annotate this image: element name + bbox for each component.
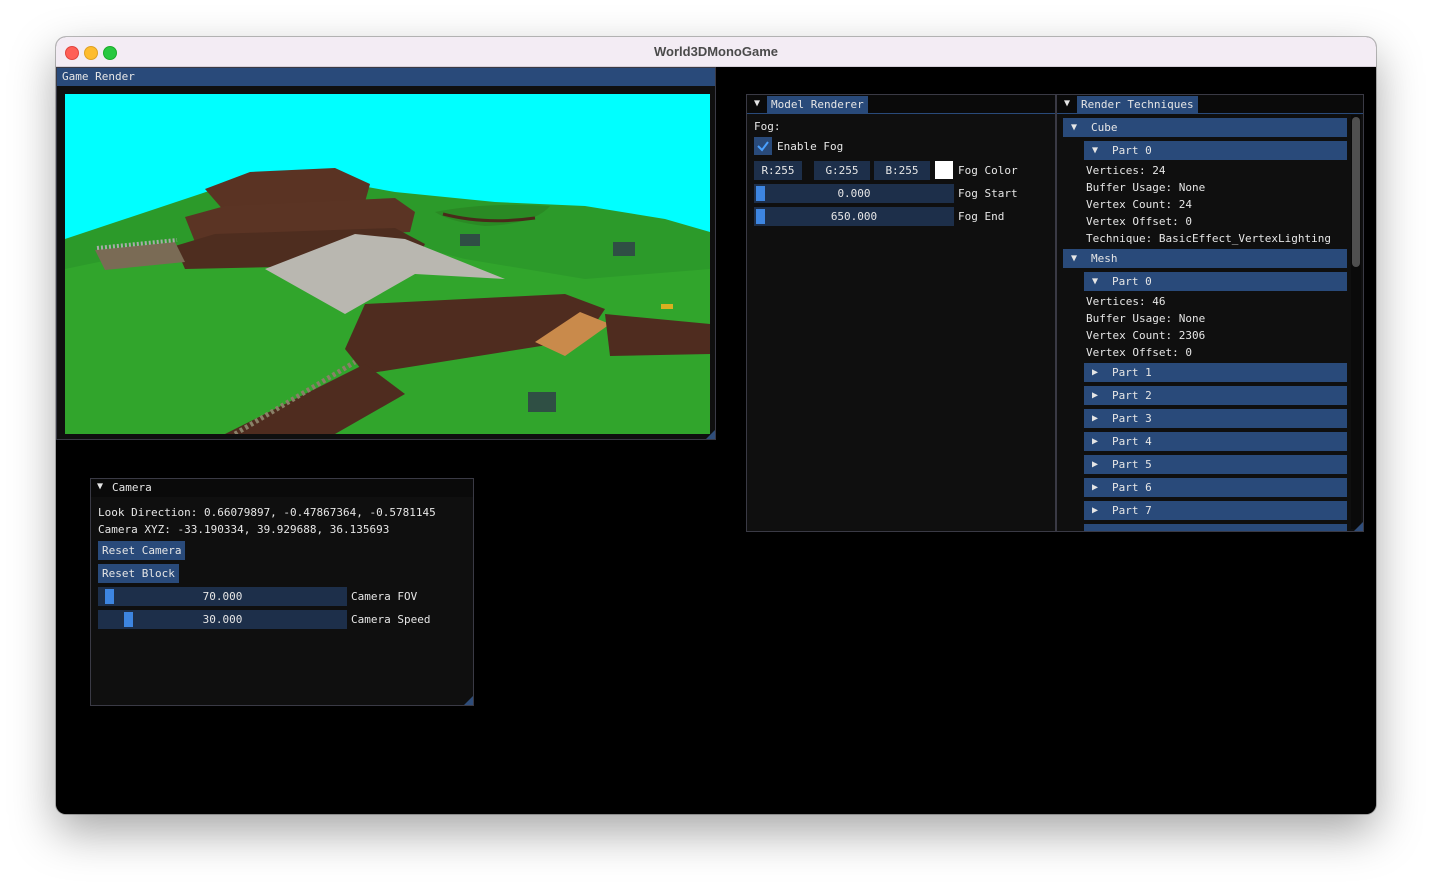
mesh-vertex-count: Vertex Count: 2306 [1086,329,1206,342]
collapsed-arrow-icon: ▶ [1092,413,1099,424]
fog-green-input[interactable]: G:255 [814,161,870,180]
tree-node-mesh-part-4[interactable]: ▶ Part 4 [1084,432,1347,451]
expanded-arrow-icon: ▼ [1092,276,1099,287]
tree-node-mesh-part-3[interactable]: ▶ Part 3 [1084,409,1347,428]
tree-node-label: Part 3 [1112,412,1152,425]
tree-node-label: Mesh [1091,252,1118,265]
fog-blue-input[interactable]: B:255 [874,161,930,180]
game-render-window[interactable]: Game Render [56,67,716,440]
camera-speed-value: 30.000 [202,613,243,626]
collapsed-arrow-icon: ▶ [1092,482,1099,493]
expanded-arrow-icon: ▼ [1071,253,1078,264]
camera-title: Camera [112,481,152,494]
scrollbar-thumb[interactable] [1352,117,1360,267]
enable-fog-label: Enable Fog [777,140,844,153]
fog-start-label: Fog Start [958,187,1018,200]
checkmark-icon [757,141,769,152]
fog-end-value: 650.000 [830,210,878,223]
tree-node-cube[interactable]: ▼ Cube [1063,118,1347,137]
render-techniques-window[interactable]: ▼ Render Techniques ▼ Cube ▼ Part 0 Vert… [1056,94,1364,532]
expanded-arrow-icon: ▼ [1071,122,1078,133]
tree-node-cube-part-0[interactable]: ▼ Part 0 [1084,141,1347,160]
cube-vertices: Vertices: 24 [1086,164,1166,177]
render-techniques-scroll-area[interactable]: ▼ Cube ▼ Part 0 Vertices: 24 Buffer Usag… [1057,115,1349,531]
collapsed-arrow-icon: ▶ [1092,436,1099,447]
reset-camera-button[interactable]: Reset Camera [98,541,186,560]
rock [460,234,480,246]
window-menu-icon[interactable]: ▼ [750,96,764,111]
fog-end-label: Fog End [958,210,1005,223]
tree-node-label: Part 5 [1112,458,1152,471]
model-renderer-window[interactable]: ▼ Model Renderer Fog: Enable Fog R:255 G… [746,94,1056,532]
rock [613,242,635,256]
look-direction-text: Look Direction: 0.66079897, -0.47867364,… [98,506,436,519]
tree-node-mesh-part-7[interactable]: ▶ Part 7 [1084,501,1347,520]
fog-color-label: Fog Color [958,164,1018,177]
camera-fov-value: 70.000 [202,590,243,603]
render-techniques-resize-grip[interactable] [1354,522,1363,531]
game-render-title: Game Render [62,70,135,83]
model-renderer-header: ▼ Model Renderer [747,95,1055,113]
enable-fog-checkbox[interactable] [754,137,772,155]
collapsed-arrow-icon: ▶ [1092,390,1099,401]
fog-start-value: 0.000 [837,187,871,200]
app-window: World3DMonoGame Game Render ▼ Camera Loo… [56,37,1376,814]
tree-node-mesh-part-6[interactable]: ▶ Part 6 [1084,478,1347,497]
tree-node-partial[interactable] [1084,524,1347,531]
camera-fov-slider[interactable]: 70.000 [98,587,347,606]
mesh-buffer-usage: Buffer Usage: None [1086,312,1206,325]
tree-node-label: Part 6 [1112,481,1152,494]
game-render-header[interactable]: Game Render [57,68,715,86]
cube-vertex-offset: Vertex Offset: 0 [1086,215,1192,228]
window-title: World3DMonoGame [654,44,778,59]
title-bar: World3DMonoGame [56,37,1376,67]
app-content: Game Render ▼ Camera Look Direction: 0.6… [56,67,1376,814]
render-techniques-header: ▼ Render Techniques [1057,95,1363,113]
fog-end-slider[interactable]: 650.000 [754,207,954,226]
rock [528,392,556,412]
tree-node-mesh-part-5[interactable]: ▶ Part 5 [1084,455,1347,474]
game-render-resize-grip[interactable] [706,430,715,439]
camera-speed-label: Camera Speed [351,613,431,626]
tab-model-renderer[interactable]: Model Renderer [767,96,868,113]
collapsed-arrow-icon: ▶ [1092,459,1099,470]
tree-node-label: Cube [1091,121,1118,134]
camera-speed-slider[interactable]: 30.000 [98,610,347,629]
tree-node-label: Part 0 [1112,275,1152,288]
vertical-scrollbar[interactable] [1351,115,1361,529]
cube-vertex-count: Vertex Count: 24 [1086,198,1192,211]
camera-xyz-text: Camera XYZ: -33.190334, 39.929688, 36.13… [98,523,390,536]
fog-start-slider[interactable]: 0.000 [754,184,954,203]
fog-red-input[interactable]: R:255 [754,161,802,180]
mesh-vertices: Vertices: 46 [1086,295,1166,308]
mesh-vertex-offset: Vertex Offset: 0 [1086,346,1192,359]
fog-label: Fog: [754,120,781,133]
camera-collapse-icon[interactable]: ▼ [97,481,103,492]
game-viewport[interactable] [65,94,710,434]
reset-block-button[interactable]: Reset Block [98,564,179,583]
tree-node-label: Part 0 [1112,144,1152,157]
collapsed-arrow-icon: ▶ [1092,367,1099,378]
gold-coin [661,304,673,309]
cube-buffer-usage: Buffer Usage: None [1086,181,1206,194]
tree-node-label: Part 1 [1112,366,1152,379]
camera-header[interactable]: ▼ Camera [91,479,473,497]
tab-render-techniques[interactable]: Render Techniques [1077,96,1198,113]
tree-node-label: Part 4 [1112,435,1152,448]
camera-fov-label: Camera FOV [351,590,418,603]
cube-technique: Technique: BasicEffect_VertexLighting [1086,232,1332,245]
camera-window[interactable]: ▼ Camera Look Direction: 0.66079897, -0.… [90,478,474,706]
window-menu-icon[interactable]: ▼ [1060,96,1074,111]
collapsed-arrow-icon: ▶ [1092,505,1099,516]
expanded-arrow-icon: ▼ [1092,145,1099,156]
fog-color-swatch[interactable] [935,161,953,179]
tree-node-mesh[interactable]: ▼ Mesh [1063,249,1347,268]
tree-node-label: Part 7 [1112,504,1152,517]
tree-node-mesh-part-0[interactable]: ▼ Part 0 [1084,272,1347,291]
tree-node-mesh-part-1[interactable]: ▶ Part 1 [1084,363,1347,382]
tree-node-label: Part 2 [1112,389,1152,402]
camera-resize-grip[interactable] [464,696,473,705]
tree-node-mesh-part-2[interactable]: ▶ Part 2 [1084,386,1347,405]
